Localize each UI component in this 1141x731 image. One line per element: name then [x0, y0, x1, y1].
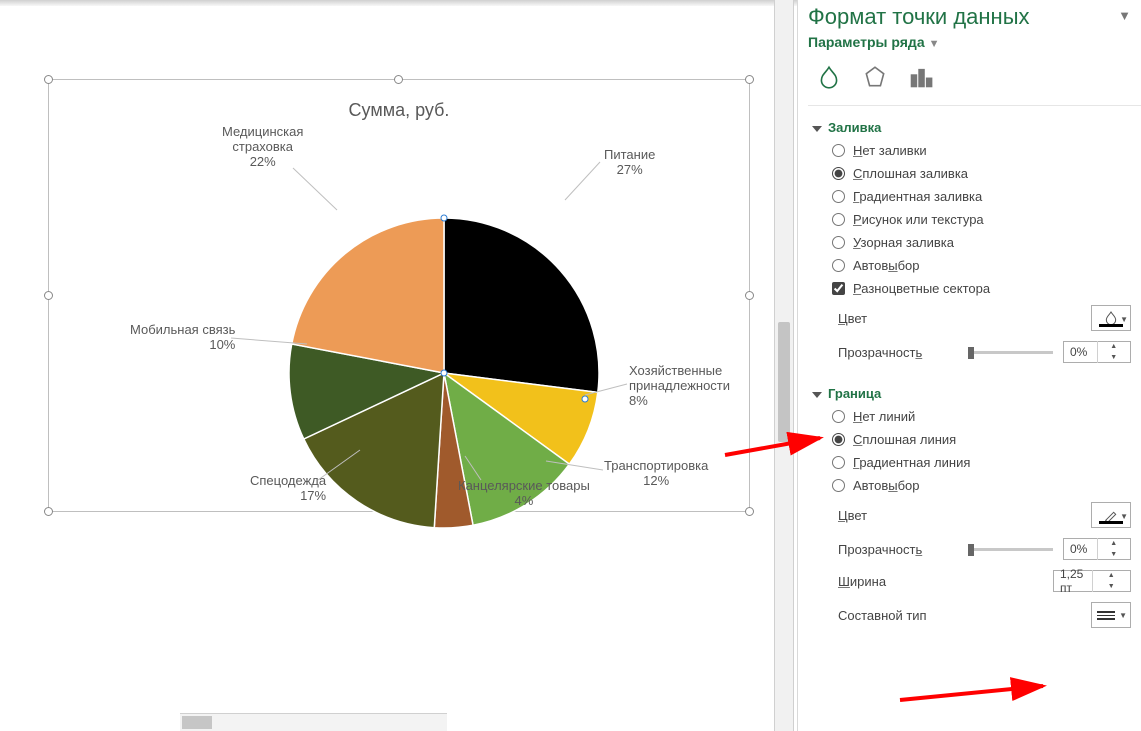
selected-point-handle[interactable]	[582, 396, 589, 403]
data-label-pit[interactable]: Питание27%	[604, 148, 655, 178]
format-category-tabs	[808, 60, 1141, 106]
vertical-scrollbar[interactable]	[774, 0, 794, 731]
border-none[interactable]: Нет линий	[808, 405, 1141, 428]
border-transparency-spinner[interactable]: 0%▲▼	[1063, 538, 1131, 560]
fill-auto[interactable]: Автовыбор	[808, 254, 1141, 277]
fill-gradient[interactable]: Градиентная заливка	[808, 185, 1141, 208]
fill-solid[interactable]: Сплошная заливка	[808, 162, 1141, 185]
border-solid[interactable]: Сплошная линия	[808, 428, 1141, 451]
data-label-spc[interactable]: Спецодежда17%	[250, 474, 326, 504]
border-width-spinner[interactable]: 1,25 пт▲▼	[1053, 570, 1131, 592]
data-label-trn[interactable]: Транспортировка12%	[604, 459, 708, 489]
border-transparency-row: Прозрачность 0%▲▼	[808, 533, 1141, 565]
fill-picture[interactable]: Рисунок или текстура	[808, 208, 1141, 231]
resize-handle-tr[interactable]	[745, 75, 754, 84]
pane-title: Формат точки данных	[808, 0, 1141, 30]
fill-color-button[interactable]: ▼	[1091, 305, 1131, 331]
chart-title[interactable]: Сумма, руб.	[49, 100, 749, 121]
fill-transparency-slider[interactable]	[968, 351, 1053, 354]
tab-effects[interactable]	[862, 64, 888, 93]
data-label-med[interactable]: Медицинскаястраховка22%	[222, 125, 303, 170]
resize-handle-tl[interactable]	[44, 75, 53, 84]
data-label-mob[interactable]: Мобильная связь10%	[130, 323, 235, 353]
fill-vary-colors[interactable]: Разноцветные сектора	[808, 277, 1141, 300]
resize-handle-br[interactable]	[745, 507, 754, 516]
border-compound-button[interactable]: ▼	[1091, 602, 1131, 628]
tab-series-options[interactable]	[908, 64, 934, 93]
fill-pattern[interactable]: Узорная заливка	[808, 231, 1141, 254]
border-gradient[interactable]: Градиентная линия	[808, 451, 1141, 474]
border-transparency-slider[interactable]	[968, 548, 1053, 551]
selected-point-handle[interactable]	[441, 370, 448, 377]
format-task-pane: Формат точки данных ▼ Параметры ряда▼ За…	[797, 0, 1141, 731]
resize-handle-mr[interactable]	[745, 291, 754, 300]
fill-color-row: Цвет ▼	[808, 300, 1141, 336]
fill-transparency-row: Прозрачность 0%▲▼	[808, 336, 1141, 368]
chart-object[interactable]: Сумма, руб. Питание27% Хозяйственныеприн…	[48, 79, 750, 512]
pane-menu-icon[interactable]: ▼	[1118, 8, 1131, 23]
tab-fill-line[interactable]	[816, 64, 842, 93]
pie-slice[interactable]	[444, 218, 599, 392]
fill-group-header[interactable]: Заливка	[808, 116, 1141, 139]
fill-none[interactable]: Нет заливки	[808, 139, 1141, 162]
data-label-knc[interactable]: Канцелярские товары4%	[458, 479, 590, 509]
worksheet-canvas: Сумма, руб. Питание27% Хозяйственныеприн…	[0, 0, 797, 731]
border-auto[interactable]: Автовыбор	[808, 474, 1141, 497]
fill-transparency-spinner[interactable]: 0%▲▼	[1063, 341, 1131, 363]
selected-point-handle[interactable]	[441, 215, 448, 222]
border-width-row: Ширина 1,25 пт▲▼	[808, 565, 1141, 597]
horizontal-scrollbar[interactable]	[180, 713, 447, 731]
resize-handle-ml[interactable]	[44, 291, 53, 300]
series-options-dropdown[interactable]: Параметры ряда▼	[808, 32, 1141, 60]
border-group-header[interactable]: Граница	[808, 382, 1141, 405]
border-color-button[interactable]: ▼	[1091, 502, 1131, 528]
resize-handle-tm[interactable]	[394, 75, 403, 84]
border-color-row: Цвет ▼	[808, 497, 1141, 533]
data-label-hoz[interactable]: Хозяйственныепринадлежности8%	[629, 364, 730, 409]
ruler-edge	[0, 0, 797, 6]
resize-handle-bl[interactable]	[44, 507, 53, 516]
border-compound-row: Составной тип ▼	[808, 597, 1141, 633]
